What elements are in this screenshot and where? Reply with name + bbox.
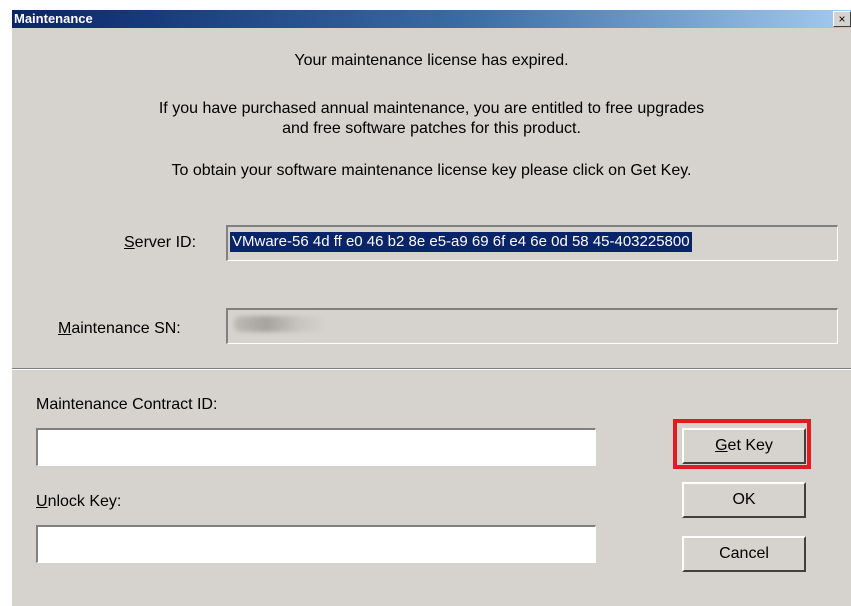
upgrade-message-line2: and free software patches for this produ… [282,120,581,137]
window-title: Maintenance [14,11,93,26]
maintenance-dialog: Maintenance × Your maintenance license h… [12,10,851,606]
server-id-value[interactable]: VMware-56 4d ff e0 46 b2 8e e5-a9 69 6f … [230,232,692,252]
maintenance-sn-label: Maintenance SN: [58,320,181,337]
server-id-field[interactable]: VMware-56 4d ff e0 46 b2 8e e5-a9 69 6f … [226,225,838,261]
expired-message: Your maintenance license has expired. [294,52,569,69]
server-id-label: Server ID: [124,234,197,251]
contract-id-label: Maintenance Contract ID: [36,396,218,413]
cancel-button[interactable]: Cancel [682,536,806,572]
instruction-message: To obtain your software maintenance lice… [171,162,692,179]
ok-button[interactable]: OK [682,482,806,518]
upgrade-message-line1: If you have purchased annual maintenance… [158,100,705,117]
title-bar[interactable]: Maintenance × [12,10,851,28]
unlock-key-label: Unlock Key: [36,493,122,510]
unlock-key-input[interactable] [36,525,596,563]
maintenance-sn-field[interactable] [226,308,838,344]
get-key-button[interactable]: Get Key [682,428,806,464]
close-button[interactable]: × [833,11,851,27]
section-divider [12,368,851,370]
contract-id-input[interactable] [36,428,596,466]
maintenance-sn-blurred-value [234,316,326,332]
